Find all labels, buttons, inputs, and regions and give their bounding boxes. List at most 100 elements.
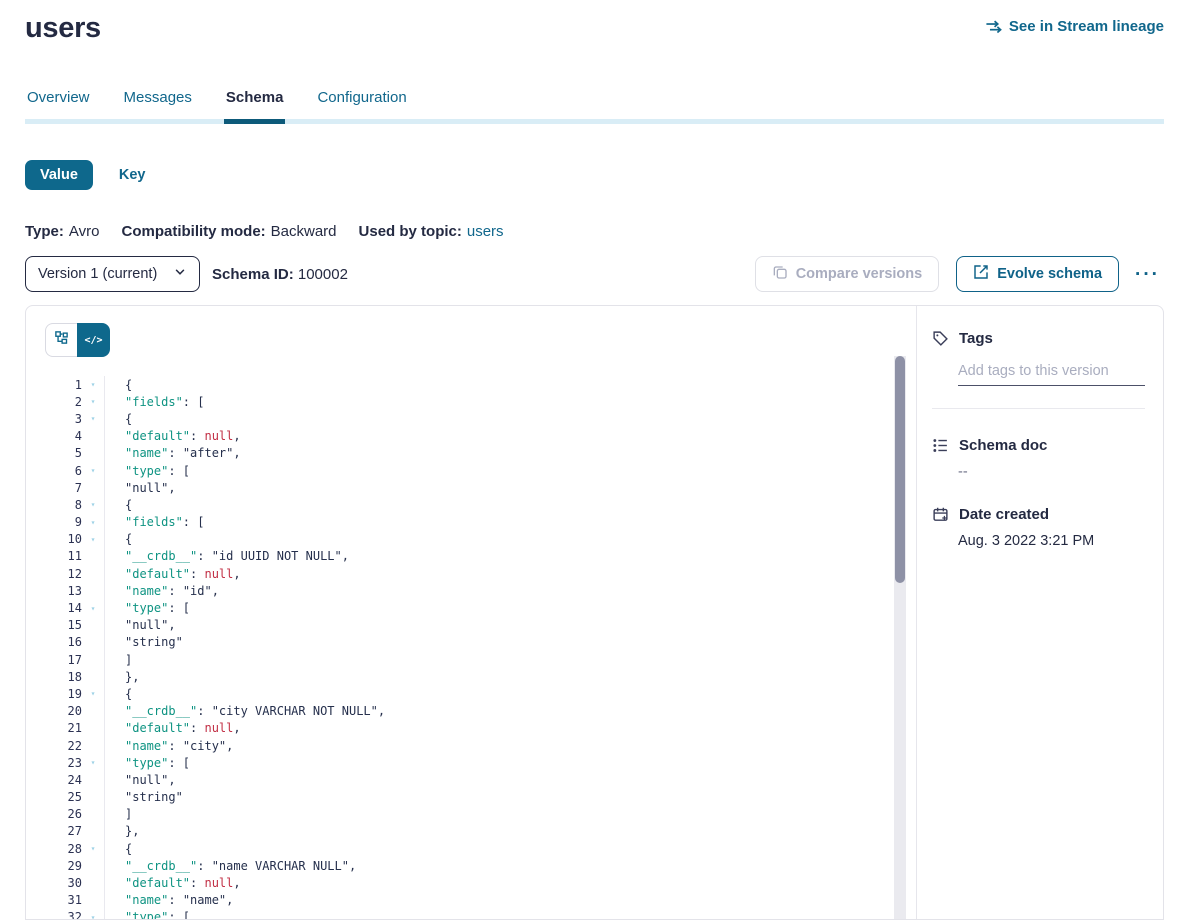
- code-line: 31 "name": "name",: [26, 892, 916, 909]
- collapse-arrow-icon[interactable]: ▾: [82, 414, 104, 423]
- code-text: "default": null,: [104, 874, 916, 891]
- collapse-arrow-icon[interactable]: ▾: [82, 397, 104, 406]
- see-in-stream-lineage-link[interactable]: See in Stream lineage: [985, 18, 1164, 35]
- code-text: {: [104, 840, 916, 857]
- code-line: 28▾ {: [26, 840, 916, 857]
- line-number: 12: [26, 567, 82, 581]
- stream-lineage-icon: [985, 18, 1002, 35]
- collapse-arrow-icon[interactable]: ▾: [82, 500, 104, 509]
- code-text: "name": "name",: [104, 892, 916, 909]
- chevron-down-icon: [173, 265, 187, 283]
- tab-messages[interactable]: Messages: [122, 89, 194, 119]
- page-header: users See in Stream lineage: [25, 12, 1164, 45]
- topic-label: Used by topic:: [359, 223, 462, 240]
- collapse-arrow-icon[interactable]: ▾: [82, 466, 104, 475]
- line-number: 29: [26, 859, 82, 873]
- line-number: 7: [26, 481, 82, 495]
- line-number: 5: [26, 446, 82, 460]
- compare-versions-label: Compare versions: [796, 266, 923, 282]
- edit-icon: [973, 264, 989, 284]
- collapse-arrow-icon[interactable]: ▾: [82, 604, 104, 613]
- code-line: 27 },: [26, 823, 916, 840]
- compat-label: Compatibility mode:: [121, 223, 265, 240]
- code-line: 32▾ "type": [: [26, 909, 916, 920]
- line-number: 17: [26, 653, 82, 667]
- topic-link[interactable]: users: [467, 223, 504, 240]
- schema-id-label: Schema ID:: [212, 266, 294, 283]
- code-line: 12 "default": null,: [26, 565, 916, 582]
- collapse-arrow-icon[interactable]: ▾: [82, 380, 104, 389]
- compat-value: Backward: [271, 223, 337, 240]
- line-number: 18: [26, 670, 82, 684]
- code-line: 10▾ {: [26, 531, 916, 548]
- collapse-arrow-icon[interactable]: ▾: [82, 844, 104, 853]
- code-text: "type": [: [104, 599, 916, 616]
- code-line: 15 "null",: [26, 617, 916, 634]
- add-tags-input[interactable]: [958, 363, 1145, 386]
- code-line: 14▾ "type": [: [26, 599, 916, 616]
- line-number: 20: [26, 704, 82, 718]
- code-line: 7 "null",: [26, 479, 916, 496]
- value-key-toggle: Value Key: [25, 160, 1164, 190]
- date-created-value: Aug. 3 2022 3:21 PM: [958, 533, 1145, 549]
- code-text: "__crdb__": "id UUID NOT NULL",: [104, 548, 916, 565]
- code-text: "fields": [: [104, 393, 916, 410]
- line-number: 11: [26, 549, 82, 563]
- line-number: 1: [26, 378, 82, 392]
- code-text: "string": [104, 634, 916, 651]
- code-view-button[interactable]: </>: [77, 323, 110, 357]
- evolve-schema-label: Evolve schema: [997, 266, 1102, 282]
- code-text: "null",: [104, 771, 916, 788]
- line-number: 3: [26, 412, 82, 426]
- code-text: "string": [104, 789, 916, 806]
- line-number: 23: [26, 756, 82, 770]
- schema-type: Type:Avro: [25, 223, 99, 240]
- value-tab-button[interactable]: Value: [25, 160, 93, 190]
- line-number: 30: [26, 876, 82, 890]
- line-number: 24: [26, 773, 82, 787]
- code-line: 11 "__crdb__": "id UUID NOT NULL",: [26, 548, 916, 565]
- schema-doc-title: Schema doc: [959, 437, 1047, 454]
- tags-title: Tags: [959, 330, 993, 347]
- key-tab-button[interactable]: Key: [119, 167, 146, 183]
- code-line: 18 },: [26, 668, 916, 685]
- code-line: 23▾ "type": [: [26, 754, 916, 771]
- code-text: "name": "after",: [104, 445, 916, 462]
- code-text: "type": [: [104, 909, 916, 920]
- code-text: "type": [: [104, 754, 916, 771]
- date-created-title: Date created: [959, 506, 1049, 523]
- code-scrollbar-track[interactable]: [894, 356, 906, 919]
- code-text: },: [104, 668, 916, 685]
- schema-code-pane: </> 1▾{2▾ "fields": [3▾ {4 "default": nu…: [26, 306, 917, 919]
- stream-lineage-label: See in Stream lineage: [1009, 18, 1164, 35]
- collapse-arrow-icon[interactable]: ▾: [82, 913, 104, 920]
- evolve-schema-button[interactable]: Evolve schema: [956, 256, 1119, 292]
- code-line: 16 "string": [26, 634, 916, 651]
- code-text: "default": null,: [104, 428, 916, 445]
- tab-configuration[interactable]: Configuration: [315, 89, 408, 119]
- code-text: "default": null,: [104, 720, 916, 737]
- collapse-arrow-icon[interactable]: ▾: [82, 758, 104, 767]
- tree-view-button[interactable]: [45, 323, 77, 357]
- code-line: 6▾ "type": [: [26, 462, 916, 479]
- code-text: "null",: [104, 617, 916, 634]
- line-number: 13: [26, 584, 82, 598]
- code-line: 13 "name": "id",: [26, 582, 916, 599]
- code-line: 4 "default": null,: [26, 428, 916, 445]
- collapse-arrow-icon[interactable]: ▾: [82, 535, 104, 544]
- tab-overview[interactable]: Overview: [25, 89, 92, 119]
- code-text: },: [104, 823, 916, 840]
- tab-schema[interactable]: Schema: [224, 89, 286, 124]
- code-scrollbar-thumb[interactable]: [895, 356, 905, 583]
- line-number: 26: [26, 807, 82, 821]
- code-text: "default": null,: [104, 565, 916, 582]
- code-text: {: [104, 496, 916, 513]
- line-number: 16: [26, 635, 82, 649]
- collapse-arrow-icon[interactable]: ▾: [82, 689, 104, 698]
- compare-versions-button[interactable]: Compare versions: [755, 256, 940, 292]
- code-text: {: [104, 410, 916, 427]
- version-select[interactable]: Version 1 (current): [25, 256, 200, 292]
- collapse-arrow-icon[interactable]: ▾: [82, 518, 104, 527]
- more-actions-button[interactable]: ···: [1131, 263, 1164, 286]
- compatibility-mode: Compatibility mode: Backward: [121, 223, 336, 240]
